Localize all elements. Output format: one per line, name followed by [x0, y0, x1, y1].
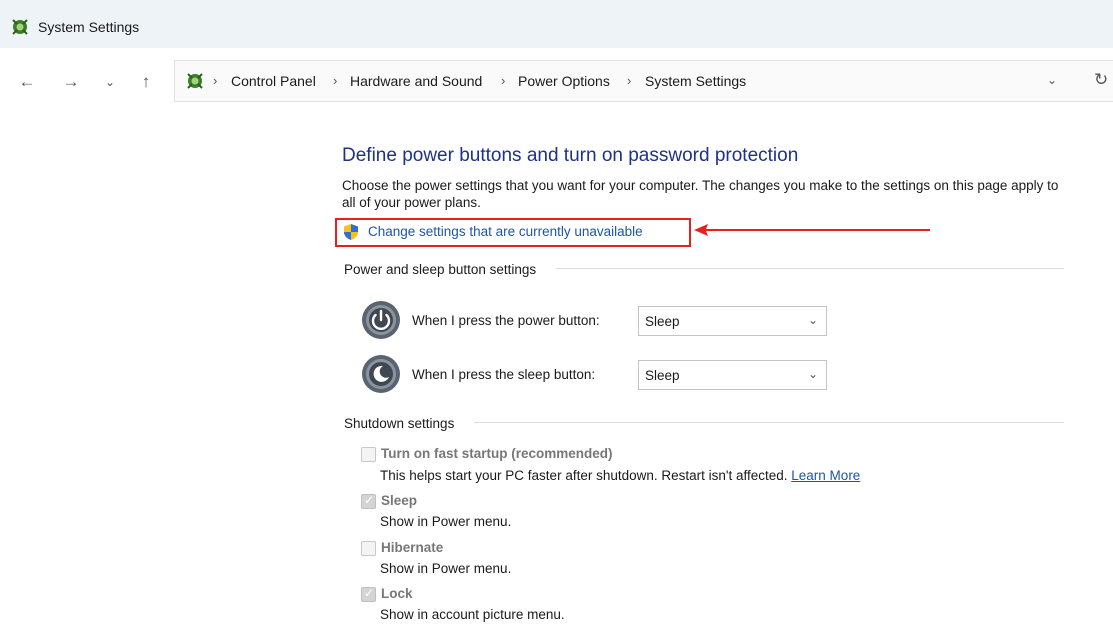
- breadcrumb-hardware-and-sound[interactable]: Hardware and Sound: [350, 73, 482, 89]
- lock-description: Show in account picture menu.: [380, 607, 565, 622]
- up-arrow-icon[interactable]: ↑: [136, 72, 156, 92]
- breadcrumb-power-options[interactable]: Power Options: [518, 73, 610, 89]
- sleep-button-value: Sleep: [645, 368, 680, 383]
- control-panel-icon: [187, 73, 203, 89]
- lock-checkbox[interactable]: ✓: [361, 586, 376, 602]
- recent-locations-chevron-icon[interactable]: ⌄: [100, 72, 120, 92]
- sleep-button-icon: [362, 355, 400, 393]
- red-arrow-annotation: [694, 224, 930, 236]
- breadcrumb-separator-icon[interactable]: ›: [213, 73, 217, 88]
- fast-startup-description-text: This helps start your PC faster after sh…: [380, 468, 788, 483]
- checkmark-icon: ✓: [364, 586, 375, 600]
- power-button-label: When I press the power button:: [412, 313, 600, 328]
- page-description: Choose the power settings that you want …: [342, 178, 1059, 210]
- title-bar: System Settings: [0, 0, 1113, 48]
- lock-label: Lock: [381, 586, 413, 601]
- fast-startup-description: This helps start your PC faster after sh…: [380, 468, 860, 483]
- fast-startup-checkbox[interactable]: [361, 447, 376, 462]
- sleep-label: Sleep: [381, 493, 418, 508]
- hibernate-description: Show in Power menu.: [380, 561, 512, 576]
- fast-startup-label: Turn on fast startup (recommended): [381, 446, 613, 461]
- breadcrumb-separator-icon[interactable]: ›: [333, 73, 337, 88]
- power-button-icon: [362, 301, 400, 339]
- chevron-down-icon: ⌄: [807, 367, 818, 381]
- breadcrumb-system-settings[interactable]: System Settings: [645, 73, 746, 89]
- window-title: System Settings: [38, 19, 140, 35]
- control-panel-icon: [12, 19, 28, 35]
- group-divider: [556, 268, 1064, 269]
- address-history-chevron-icon[interactable]: ⌄: [1047, 73, 1057, 87]
- back-arrow-icon[interactable]: ←: [17, 72, 37, 92]
- power-button-select[interactable]: Sleep ⌄: [638, 306, 827, 336]
- sleep-description: Show in Power menu.: [380, 514, 512, 529]
- breadcrumb-separator-icon[interactable]: ›: [627, 73, 631, 88]
- breadcrumb-separator-icon[interactable]: ›: [501, 73, 505, 88]
- group-divider: [474, 422, 1064, 423]
- sleep-button-label: When I press the sleep button:: [412, 367, 596, 382]
- breadcrumb-control-panel[interactable]: Control Panel: [231, 73, 316, 89]
- refresh-icon[interactable]: ↻: [1094, 70, 1108, 90]
- power-button-value: Sleep: [645, 314, 680, 329]
- change-settings-link[interactable]: Change settings that are currently unava…: [368, 224, 643, 239]
- forward-arrow-icon[interactable]: →: [61, 72, 81, 92]
- sleep-button-select[interactable]: Sleep ⌄: [638, 360, 827, 390]
- shutdown-heading: Shutdown settings: [344, 416, 463, 431]
- hibernate-checkbox[interactable]: [361, 541, 376, 556]
- checkmark-icon: ✓: [364, 493, 375, 507]
- learn-more-link[interactable]: Learn More: [791, 468, 860, 483]
- power-sleep-heading: Power and sleep button settings: [344, 262, 545, 277]
- chevron-down-icon: ⌄: [807, 313, 818, 327]
- sleep-checkbox[interactable]: ✓: [361, 493, 376, 509]
- uac-shield-icon: [344, 224, 358, 240]
- page-title: Define power buttons and turn on passwor…: [342, 145, 799, 166]
- hibernate-label: Hibernate: [381, 540, 444, 555]
